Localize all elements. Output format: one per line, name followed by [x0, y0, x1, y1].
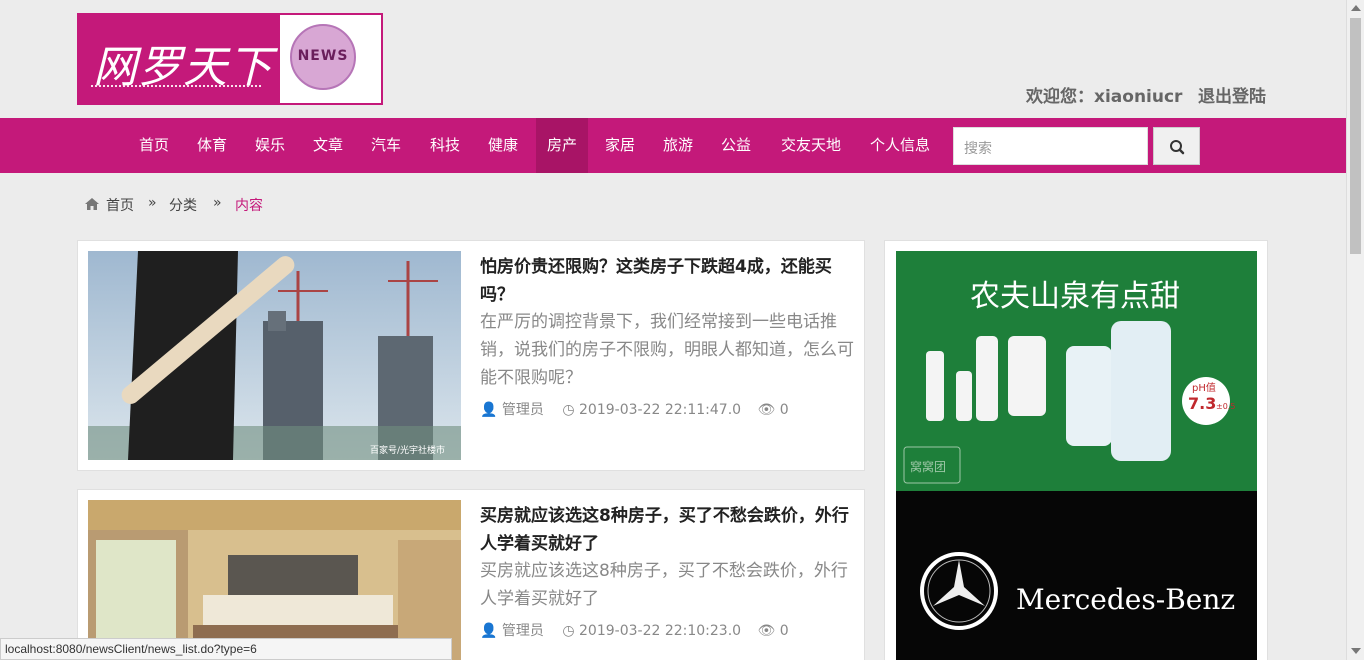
ph-range: ±0.5	[1216, 402, 1235, 411]
nav-item-entertainment[interactable]: 娱乐	[246, 118, 294, 173]
search-button[interactable]	[1153, 127, 1200, 165]
scroll-up-icon[interactable]	[1351, 5, 1361, 11]
clock-icon: ◷	[562, 623, 575, 639]
news-badge-circle: NEWS	[290, 24, 356, 90]
welcome-text: 欢迎您：xiaoniucr	[1026, 87, 1183, 107]
nav-item-auto[interactable]: 汽车	[362, 118, 410, 173]
eye-icon: 👁	[757, 402, 776, 418]
ph-label: pH值	[1192, 381, 1216, 394]
article-title[interactable]: 怕房价贵还限购？这类房子下跌超4成，还能买吗？	[480, 253, 850, 309]
page-scrollbar[interactable]	[1346, 0, 1364, 660]
article-card[interactable]: 百家号/光宇社楼市 怕房价贵还限购？这类房子下跌超4成，还能买吗？ 在严厉的调控…	[77, 240, 865, 471]
article-date: 2019-03-22 22:11:47.0	[579, 402, 742, 418]
article-image: 百家号/光宇社楼市	[88, 251, 461, 460]
article-views: 0	[779, 623, 789, 639]
scroll-down-icon[interactable]	[1351, 648, 1361, 654]
article-thumbnail[interactable]: 百家号/光宇社楼市	[88, 251, 461, 460]
eye-icon: 👁	[757, 623, 776, 639]
nav-item-home[interactable]: 首页	[130, 118, 178, 173]
article-views: 0	[779, 402, 789, 418]
article-date: 2019-03-22 22:10:23.0	[579, 623, 742, 639]
breadcrumb-home[interactable]: 首页	[106, 195, 134, 215]
nav-item-realestate[interactable]: 房产	[536, 118, 588, 173]
home-icon	[85, 198, 99, 210]
ad-slogan: 农夫山泉有点甜	[970, 279, 1180, 314]
article-meta: 👤 管理员 ◷ 2019-03-22 22:11:47.0 👁 0	[480, 399, 789, 419]
nav-item-articles[interactable]: 文章	[304, 118, 352, 173]
nav-item-home-furnishing[interactable]: 家居	[596, 118, 644, 173]
article-meta: 👤 管理员 ◷ 2019-03-22 22:10:23.0 👁 0	[480, 620, 789, 640]
nav-item-travel[interactable]: 旅游	[654, 118, 702, 173]
ad-brand: Mercedes-Benz	[1016, 583, 1235, 616]
nav-item-tech[interactable]: 科技	[421, 118, 469, 173]
nav-item-sports[interactable]: 体育	[188, 118, 236, 173]
scroll-thumb[interactable]	[1350, 18, 1361, 254]
nav-item-charity[interactable]: 公益	[712, 118, 760, 173]
article-card[interactable]: 买房就应该选这8种房子，买了不愁会跌价，外行人学着买就好了 买房就应该选这8种房…	[77, 489, 865, 660]
breadcrumb-category[interactable]: 分类	[169, 195, 197, 215]
breadcrumb-separator: »	[148, 195, 157, 211]
water-ad[interactable]: 农夫山泉有点甜 pH值 7.3 ±0.5 窝窝团	[896, 251, 1257, 491]
search-icon	[1170, 140, 1185, 155]
user-icon: 👤	[480, 623, 498, 639]
logo-decoration	[91, 85, 261, 91]
nav-item-social[interactable]: 交友天地	[772, 118, 850, 173]
nav-item-health[interactable]: 健康	[479, 118, 527, 173]
news-badge-label: NEWS	[297, 48, 349, 64]
article-author: 管理员	[501, 402, 544, 418]
user-icon: 👤	[480, 402, 498, 418]
breadcrumb-current: 内容	[235, 198, 263, 214]
sidebar: 农夫山泉有点甜 pH值 7.3 ±0.5 窝窝团 Mercedes-Benz	[884, 240, 1268, 660]
news-badge: NEWS	[278, 13, 383, 105]
article-summary: 买房就应该选这8种房子，买了不愁会跌价，外行人学着买就好了	[480, 561, 848, 609]
article-title[interactable]: 买房就应该选这8种房子，买了不愁会跌价，外行人学着买就好了	[480, 502, 850, 558]
article-thumbnail[interactable]	[88, 500, 461, 660]
article-image	[88, 500, 461, 660]
clock-icon: ◷	[562, 402, 575, 418]
ad-brand-stamp: 窝窝团	[910, 459, 946, 474]
site-logo[interactable]: 网罗天下 NEWS	[77, 13, 383, 105]
ph-value: 7.3	[1188, 394, 1216, 413]
image-watermark: 百家号/光宇社楼市	[370, 444, 445, 456]
search-input[interactable]: 搜索	[953, 127, 1148, 165]
mercedes-ad[interactable]: Mercedes-Benz	[896, 491, 1257, 660]
logout-link[interactable]: 退出登陆	[1198, 82, 1266, 107]
article-summary: 在严厉的调控背景下，我们经常接到一些电话推销，说我们的房子不限购，明眼人都知道，…	[480, 312, 854, 388]
article-author: 管理员	[501, 623, 544, 639]
browser-status-bar: localhost:8080/newsClient/news_list.do?t…	[0, 638, 452, 660]
nav-item-profile[interactable]: 个人信息	[862, 118, 938, 173]
breadcrumb-separator: »	[213, 195, 222, 211]
